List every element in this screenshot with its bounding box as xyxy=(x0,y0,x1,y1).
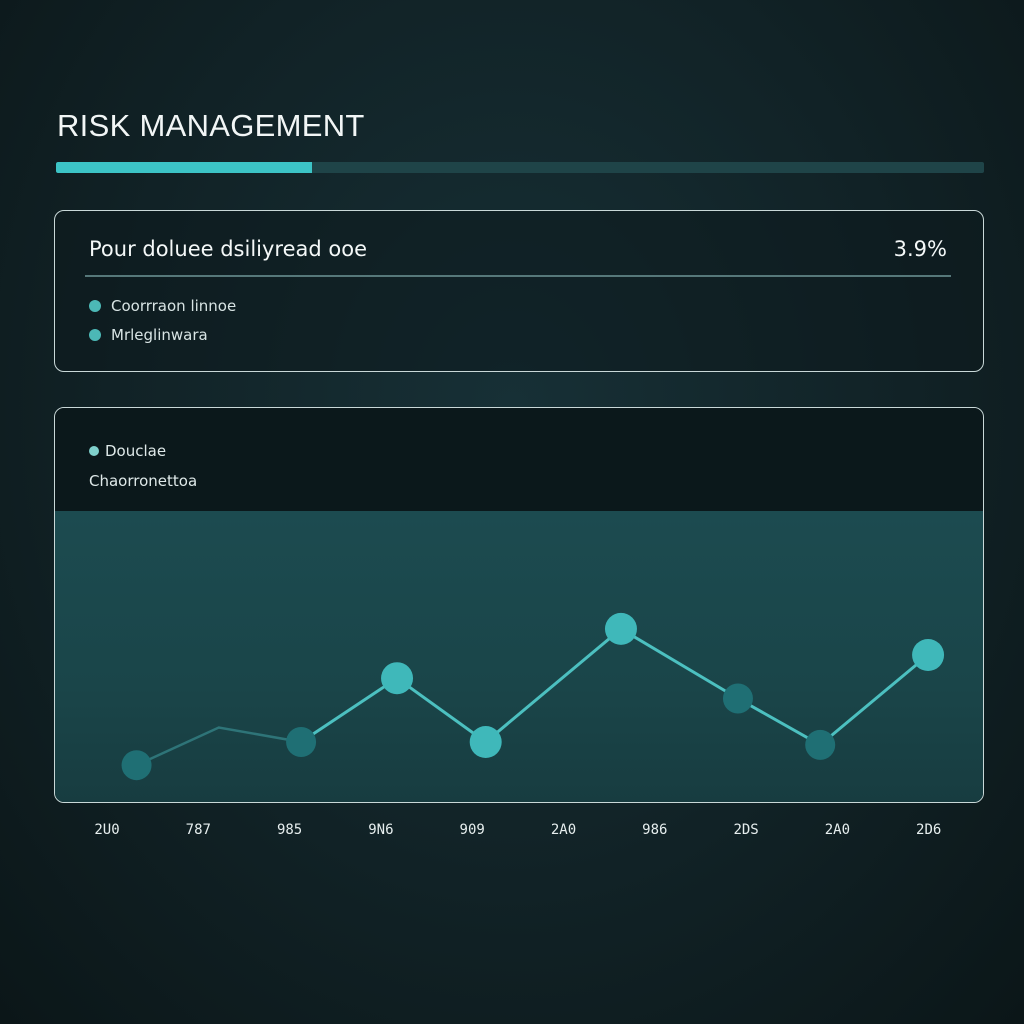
data-point[interactable] xyxy=(469,726,502,758)
x-tick-label: 9N6 xyxy=(368,822,393,838)
data-point[interactable] xyxy=(604,612,637,645)
x-tick-label: 787 xyxy=(186,822,211,838)
line-chart: 2U0 787 985 9N6 909 2A0 986 2DS 2A0 2D6 xyxy=(94,612,945,838)
data-point[interactable] xyxy=(286,727,317,757)
data-point[interactable] xyxy=(805,729,836,760)
x-tick-label: 2A0 xyxy=(551,822,576,838)
x-tick-label: 2U0 xyxy=(94,822,119,838)
x-tick-label: 909 xyxy=(460,822,485,838)
x-tick-label: 986 xyxy=(642,822,667,838)
x-tick-label: 2D6 xyxy=(916,822,941,838)
faint-trend-line xyxy=(136,726,302,767)
data-point[interactable] xyxy=(912,639,945,671)
data-point[interactable] xyxy=(722,683,753,714)
x-tick-label: 2DS xyxy=(733,822,758,838)
data-point[interactable] xyxy=(121,750,152,781)
x-tick-label: 2A0 xyxy=(825,822,850,838)
data-point[interactable] xyxy=(381,662,414,695)
x-tick-label: 985 xyxy=(277,822,302,838)
